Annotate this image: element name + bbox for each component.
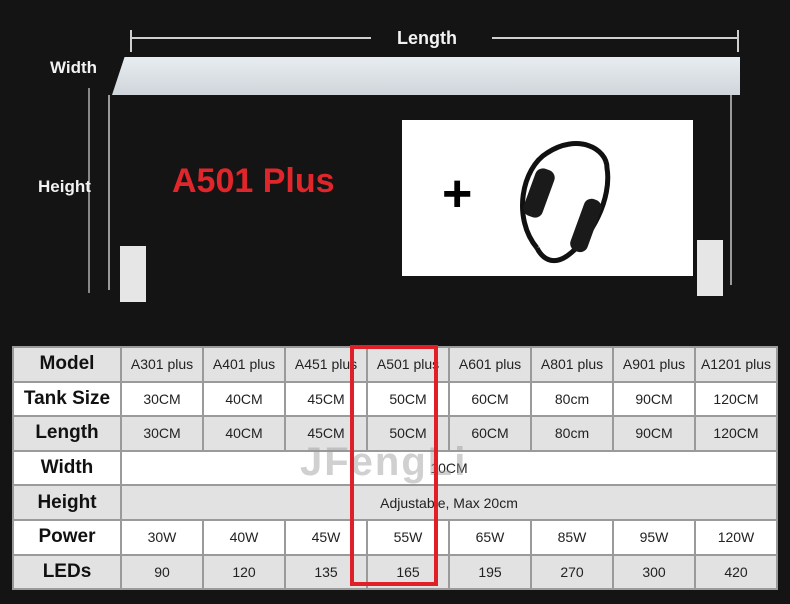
table-cell: 30W [120, 518, 204, 556]
table-cell: A601 plus [448, 346, 532, 383]
table-cell: 90CM [612, 415, 696, 452]
table-cell: 40CM [202, 415, 286, 452]
plus-sign: + [442, 165, 473, 223]
table-cell: 40CM [202, 380, 286, 418]
table-cell: 195 [448, 553, 532, 591]
width-label: Width [50, 58, 98, 77]
table-cell: 30CM [120, 415, 204, 452]
table-cell: 120CM [694, 380, 778, 418]
table-cell-span: Adjustable, Max 20cm [120, 484, 778, 521]
table-cell: 95W [612, 518, 696, 556]
table-cell: 30CM [120, 380, 204, 418]
table-cell: 60CM [448, 380, 532, 418]
row-header: Tank Size [12, 380, 122, 418]
left-bracket [120, 246, 146, 302]
light-fixture-bar [112, 57, 740, 95]
table-cell: 270 [530, 553, 614, 591]
table-cell: 90CM [612, 380, 696, 418]
table-cell: A901 plus [612, 346, 696, 383]
height-label: Height [38, 177, 91, 196]
table-cell: 300 [612, 553, 696, 591]
table-cell: 420 [694, 553, 778, 591]
dimmer-controller-cable-icon [520, 141, 611, 263]
left-leg [108, 95, 110, 290]
row-header: Power [12, 518, 122, 556]
highlight-box-a501 [350, 345, 438, 586]
table-cell: 80cm [530, 380, 614, 418]
table-cell: A401 plus [202, 346, 286, 383]
table-cell: 40W [202, 518, 286, 556]
table-cell: 120CM [694, 415, 778, 452]
table-cell: 120 [202, 553, 286, 591]
table-cell: 90 [120, 553, 204, 591]
right-bracket [697, 240, 723, 296]
table-cell: A301 plus [120, 346, 204, 383]
table-cell: 65W [448, 518, 532, 556]
product-title: A501 Plus [172, 162, 335, 200]
length-tick-right [737, 30, 739, 52]
accessory-panel: + [402, 120, 693, 276]
table-cell: A801 plus [530, 346, 614, 383]
row-header: Width [12, 449, 122, 487]
length-label: Length [397, 28, 457, 48]
length-line-right [492, 37, 738, 39]
table-cell: 120W [694, 518, 778, 556]
table-cell: A1201 plus [694, 346, 778, 383]
table-cell: 85W [530, 518, 614, 556]
table-cell: 80cm [530, 415, 614, 452]
row-header: Length [12, 415, 122, 452]
length-tick-left [130, 30, 132, 52]
right-leg [730, 95, 732, 285]
length-line-left [131, 37, 371, 39]
row-header: Height [12, 484, 122, 521]
row-header: Model [12, 346, 122, 383]
row-header: LEDs [12, 553, 122, 591]
